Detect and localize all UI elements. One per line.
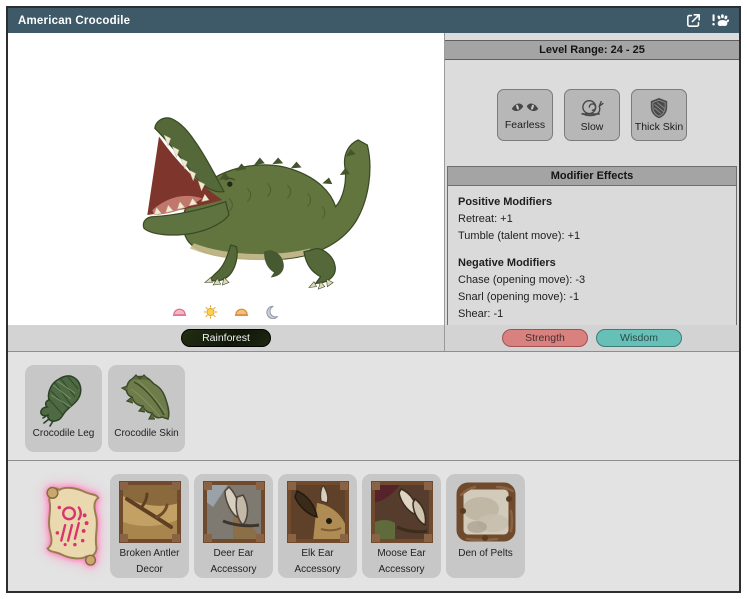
broken-antler-decor-image: [119, 481, 181, 543]
habitat-badge[interactable]: Rainforest: [181, 329, 271, 347]
modifier-line: Chase (opening move): -3: [458, 274, 726, 286]
crafting-items-row: Broken Antler Decor Deer Ear Accessory: [110, 474, 525, 578]
trait-fearless-button[interactable]: Fearless: [497, 89, 553, 141]
trait-label: Slow: [581, 121, 604, 133]
craft-item-label: Elk Ear Accessory: [282, 546, 354, 578]
craft-item-label: Moose Ear Accessory: [366, 546, 438, 578]
title-bar-actions: [684, 12, 729, 30]
level-range-header: Level Range: 24 - 25: [445, 40, 739, 60]
craft-card-moose-ear-accessory[interactable]: Moose Ear Accessory: [362, 474, 441, 578]
drop-label: Crocodile Skin: [114, 428, 178, 439]
shield-icon: [649, 97, 669, 121]
moose-ear-accessory-image: [371, 481, 433, 543]
dawn-icon: [172, 305, 187, 319]
modifier-effects-header: Modifier Effects: [448, 167, 736, 186]
crafting-section: Broken Antler Decor Deer Ear Accessory: [8, 461, 739, 591]
trait-thick-skin-button[interactable]: Thick Skin: [631, 89, 687, 141]
drop-card-crocodile-leg[interactable]: Crocodile Leg: [25, 365, 102, 452]
crocodile-skin-image: [118, 369, 176, 427]
trait-label: Thick Skin: [635, 121, 683, 133]
night-icon: [265, 305, 280, 319]
modifier-effects-box: Modifier Effects Positive Modifiers Retr…: [447, 166, 737, 333]
creature-detail-window: American Crocodile: [6, 6, 741, 593]
trait-slow-button[interactable]: Slow: [564, 89, 620, 141]
strength-pill[interactable]: Strength: [502, 329, 588, 347]
stats-panel: Level Range: 24 - 25 Fearless: [445, 33, 739, 325]
active-times-row: [8, 305, 444, 319]
recipe-scroll-icon[interactable]: [32, 482, 110, 574]
modifier-effects-body: Positive Modifiers Retreat: +1 Tumble (t…: [448, 186, 736, 332]
modifier-line: Tumble (talent move): +1: [458, 230, 726, 242]
drop-card-crocodile-skin[interactable]: Crocodile Skin: [108, 365, 185, 452]
creature-panel: [8, 33, 445, 325]
den-of-pelts-image: [455, 481, 517, 543]
drop-label: Crocodile Leg: [33, 428, 95, 439]
craft-card-elk-ear-accessory[interactable]: Elk Ear Accessory: [278, 474, 357, 578]
modifier-line: Shear: -1: [458, 308, 726, 320]
dusk-icon: [234, 305, 249, 319]
positive-modifiers-title: Positive Modifiers: [458, 196, 726, 208]
craft-card-broken-antler-decor[interactable]: Broken Antler Decor: [110, 474, 189, 578]
elk-ear-accessory-image: [287, 481, 349, 543]
craft-item-label: Den of Pelts: [450, 546, 522, 562]
paw-alert-icon[interactable]: [711, 12, 729, 30]
modifier-line: Retreat: +1: [458, 213, 726, 225]
trait-label: Fearless: [505, 119, 545, 131]
snail-icon: [579, 98, 605, 121]
eyes-icon: [510, 99, 540, 119]
wisdom-pill[interactable]: Wisdom: [596, 329, 682, 347]
drops-section: Crocodile Leg Crocodile Skin: [8, 352, 739, 461]
american-crocodile-illustration: [104, 51, 404, 299]
deer-ear-accessory-image: [203, 481, 265, 543]
habitat-attributes-strip: Rainforest Strength Wisdom: [8, 325, 739, 352]
main-row: Level Range: 24 - 25 Fearless: [8, 33, 739, 325]
page-title: American Crocodile: [18, 15, 130, 27]
habitat-area: Rainforest: [8, 325, 445, 351]
attributes-area: Strength Wisdom: [445, 325, 739, 351]
day-icon: [203, 305, 218, 319]
modifier-line: Snarl (opening move): -1: [458, 291, 726, 303]
craft-card-deer-ear-accessory[interactable]: Deer Ear Accessory: [194, 474, 273, 578]
crocodile-leg-image: [35, 369, 93, 427]
craft-card-den-of-pelts[interactable]: Den of Pelts: [446, 474, 525, 578]
craft-item-label: Deer Ear Accessory: [198, 546, 270, 578]
traits-row: Fearless Slow: [445, 89, 739, 141]
title-bar: American Crocodile: [8, 8, 739, 33]
negative-modifiers-title: Negative Modifiers: [458, 257, 726, 269]
craft-item-label: Broken Antler Decor: [114, 546, 186, 578]
external-link-icon[interactable]: [684, 12, 702, 30]
